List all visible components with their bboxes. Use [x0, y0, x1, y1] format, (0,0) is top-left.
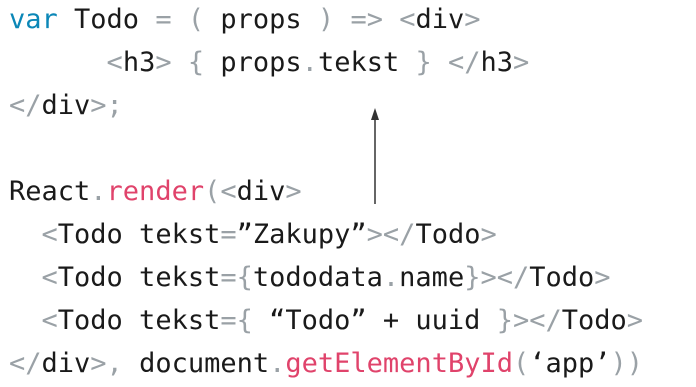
- code-token: div: [41, 90, 91, 121]
- code-token: >: [480, 219, 497, 250]
- line-close-div: </div>;: [9, 88, 123, 124]
- arrow-head: [371, 108, 379, 120]
- code-token: var: [9, 4, 58, 35]
- up-arrow-icon: [371, 108, 379, 204]
- line-h3-props-tekst: <h3> { props.tekst } </h3>: [9, 45, 530, 81]
- code-token: <: [41, 262, 58, 293]
- code-token: name: [399, 262, 465, 293]
- code-token: >: [626, 305, 644, 336]
- line-todo-zakupy: <Todo tekst=”Zakupy”></Todo>: [9, 217, 497, 253]
- code-token: <: [106, 47, 123, 78]
- code-token: >,: [90, 348, 123, 379]
- code-token: (<: [204, 176, 237, 207]
- code-token: props: [204, 47, 302, 78]
- code-token: >: [285, 176, 302, 207]
- code-token: =: [155, 4, 172, 35]
- line-react-render: React.render(<div>: [9, 174, 302, 210]
- line-todo-uuid: <Todo tekst={ “Todo” + uuid }></Todo>: [9, 303, 644, 339]
- code-token: “Todo” + uuid: [252, 305, 497, 336]
- code-token: div: [415, 4, 465, 35]
- line-todo-declaration: var Todo = ( props ) => <div>: [9, 2, 481, 38]
- code-token: Todo tekst: [57, 305, 221, 336]
- code-token: </: [448, 47, 481, 78]
- code-token: >: [513, 47, 530, 78]
- code-snippet: var Todo = ( props ) => <div> <h3> { pro…: [0, 0, 696, 387]
- code-token: )): [610, 348, 644, 379]
- code-token: Todo tekst: [57, 262, 221, 293]
- code-token: div: [236, 176, 286, 207]
- code-token: h3: [122, 47, 156, 78]
- line-render-target: </div>, document.getElementById(‘app’)): [9, 346, 643, 382]
- code-token: h3: [480, 47, 514, 78]
- code-token: render: [106, 176, 205, 207]
- line-todo-tododata-name: <Todo tekst={tododata.name}></Todo>: [9, 260, 611, 296]
- code-token: {: [187, 47, 205, 78]
- code-token: props: [204, 4, 318, 35]
- code-token: ={: [220, 305, 253, 336]
- code-token: .: [382, 262, 400, 293]
- code-token: ={: [220, 262, 253, 293]
- code-token: =: [220, 219, 237, 250]
- code-token: ): [317, 4, 335, 35]
- code-token: div: [41, 348, 91, 379]
- code-token: ></: [366, 219, 416, 250]
- code-token: }: [415, 47, 432, 78]
- code-token: Todo: [529, 262, 595, 293]
- code-token: <: [399, 4, 416, 35]
- code-token: .: [301, 47, 318, 78]
- code-token: .: [269, 348, 286, 379]
- code-token: .: [90, 176, 107, 207]
- code-token: }></: [464, 262, 530, 293]
- code-token: getElementById: [285, 348, 513, 379]
- code-token: ‘app’: [529, 348, 611, 379]
- code-token: tekst: [317, 47, 416, 78]
- code-token: (: [512, 348, 530, 379]
- code-token: >: [594, 262, 611, 293]
- code-token: <: [41, 219, 58, 250]
- code-token: tododata: [252, 262, 383, 293]
- code-token: >;: [90, 90, 123, 121]
- code-token: ”Zakupy”: [236, 219, 367, 250]
- code-token: <: [41, 305, 58, 336]
- code-token: document: [122, 348, 270, 379]
- code-token: Todo: [57, 4, 156, 35]
- code-token: </: [9, 90, 42, 121]
- code-token: >: [464, 4, 481, 35]
- code-token: Todo: [415, 219, 481, 250]
- code-token: =>: [350, 4, 383, 35]
- code-token: React: [9, 176, 91, 207]
- code-token: >: [155, 47, 172, 78]
- code-token: </: [9, 348, 42, 379]
- code-token: Todo tekst: [57, 219, 221, 250]
- code-token: }></: [496, 305, 562, 336]
- code-token: (: [187, 4, 205, 35]
- code-token: Todo: [561, 305, 627, 336]
